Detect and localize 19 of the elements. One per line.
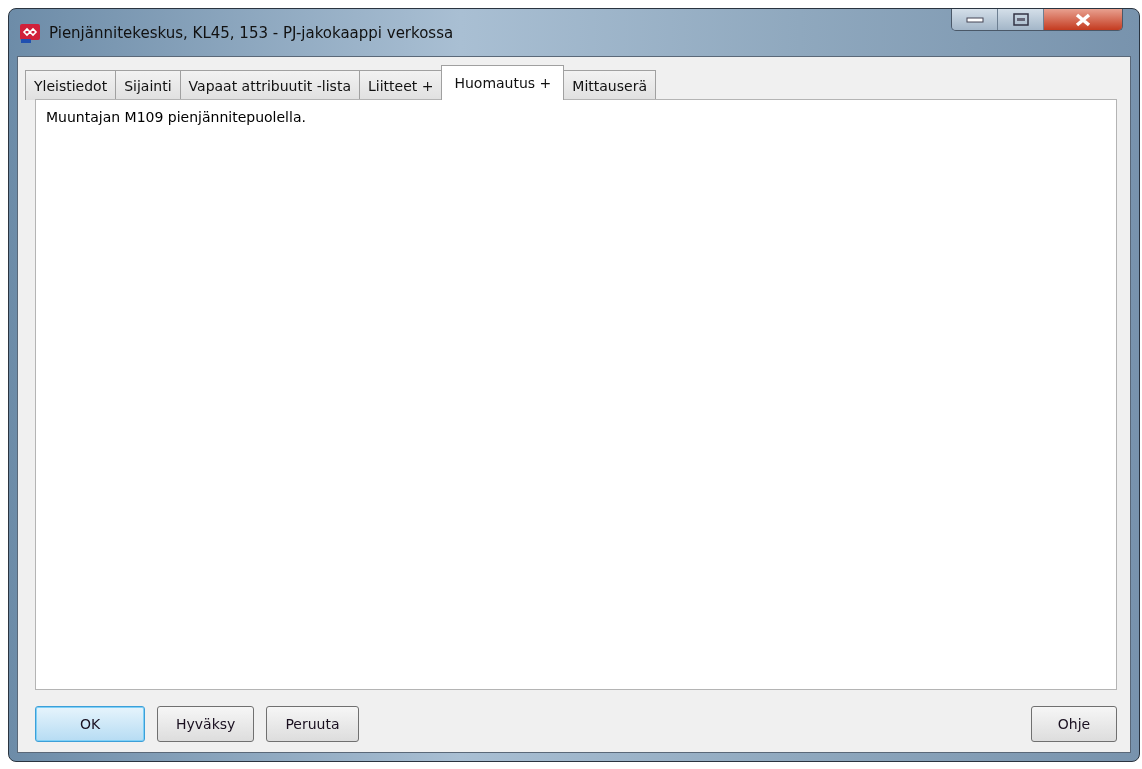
- help-button[interactable]: Ohje: [1031, 706, 1117, 742]
- minimize-button[interactable]: [952, 9, 998, 30]
- close-icon: [1074, 12, 1092, 27]
- dialog-button[interactable]: OK: [35, 706, 145, 742]
- tab[interactable]: Sijainti: [115, 70, 181, 100]
- dialog-button[interactable]: Peruuta: [266, 706, 359, 742]
- app-logo-icon: [19, 21, 41, 44]
- window-title: Pienjännitekeskus, KL45, 153 - PJ-jakokaappi verkossa: [49, 23, 455, 42]
- tab[interactable]: Mittauserä: [563, 70, 656, 100]
- maximize-icon: [1012, 13, 1029, 26]
- tab[interactable]: Vapaat attribuutit -lista: [179, 70, 360, 100]
- close-button[interactable]: [1044, 9, 1122, 30]
- minimize-icon: [965, 16, 984, 23]
- maximize-button[interactable]: [998, 9, 1044, 30]
- tab[interactable]: Liitteet +: [358, 70, 443, 100]
- tab[interactable]: Yleistiedot: [25, 70, 117, 100]
- note-text-area[interactable]: Muuntajan M109 pienjännitepuolella.: [35, 99, 1117, 690]
- dialog-button[interactable]: Hyväksy: [157, 706, 255, 742]
- tab[interactable]: Huomautus +: [441, 65, 565, 100]
